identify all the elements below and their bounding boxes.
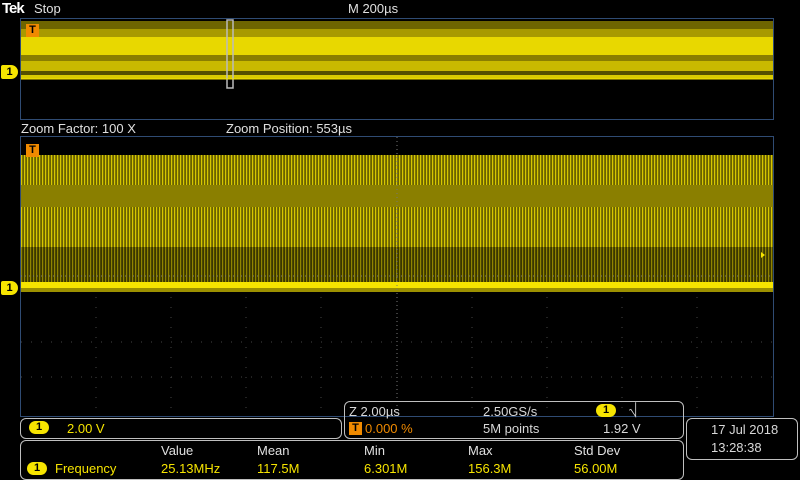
- measurement-row[interactable]: 1 Frequency 25.13MHz 117.5M 6.301M 156.3…: [21, 460, 683, 478]
- overview-channel1-marker[interactable]: 1: [1, 65, 18, 79]
- zoom-waveform-svg: [21, 137, 773, 416]
- overview-waveform-display[interactable]: [20, 18, 774, 120]
- zoom-waveform-display[interactable]: [20, 136, 774, 417]
- measurement-header-max: Max: [468, 443, 493, 458]
- measurement-value: 25.13MHz: [161, 461, 221, 476]
- measurement-header-mean: Mean: [257, 443, 290, 458]
- overview-trigger-marker[interactable]: T: [26, 24, 39, 37]
- trigger-slope-icon: ⎷: [629, 402, 638, 417]
- sample-rate: 2.50GS/s: [483, 404, 538, 419]
- acquisition-trigger-box[interactable]: Z 2.00µs 2.50GS/s 1 ⎷ T 0.000 % 5M point…: [344, 401, 684, 439]
- date-display: 17 Jul 2018: [711, 422, 779, 437]
- datetime-box[interactable]: 17 Jul 2018 13:28:38: [686, 418, 798, 460]
- measurement-min: 6.301M: [364, 461, 408, 476]
- tek-logo: Tek: [2, 0, 25, 17]
- trigger-source-chip: 1: [596, 404, 616, 417]
- trigger-level: 1.92 V: [603, 421, 641, 436]
- channel1-scale-box[interactable]: 1 2.00 V: [20, 418, 342, 439]
- measurement-name: Frequency: [55, 461, 117, 476]
- channel1-chip: 1: [29, 421, 49, 434]
- measurement-stddev: 56.00M: [574, 461, 618, 476]
- measurement-panel[interactable]: Value Mean Min Max Std Dev 1 Frequency 2…: [20, 440, 684, 480]
- measurement-channel-chip: 1: [27, 462, 47, 475]
- measurement-max: 156.3M: [468, 461, 512, 476]
- zoom-channel1-marker[interactable]: 1: [1, 281, 18, 295]
- trigger-position: 0.000 %: [365, 421, 413, 436]
- overview-waveform-svg: [21, 19, 773, 89]
- measurement-header-value: Value: [161, 443, 194, 458]
- channel1-vertical-scale: 2.00 V: [67, 421, 105, 436]
- horizontal-scale[interactable]: M 200µs: [348, 1, 398, 16]
- measurement-mean: 117.5M: [257, 461, 300, 476]
- measurement-header-min: Min: [364, 443, 385, 458]
- record-length: 5M points: [483, 421, 540, 436]
- zoom-trigger-marker[interactable]: T: [26, 144, 39, 157]
- time-display: 13:28:38: [711, 440, 762, 455]
- acquisition-status[interactable]: Stop: [34, 1, 61, 16]
- zoom-factor-label: Zoom Factor: 100 X: [21, 121, 136, 136]
- measurement-header-stddev: Std Dev: [574, 443, 621, 458]
- zoom-time-scale: Z 2.00µs: [349, 404, 400, 419]
- trigger-position-icon: T: [349, 422, 362, 435]
- zoom-position-label: Zoom Position: 553µs: [226, 121, 352, 136]
